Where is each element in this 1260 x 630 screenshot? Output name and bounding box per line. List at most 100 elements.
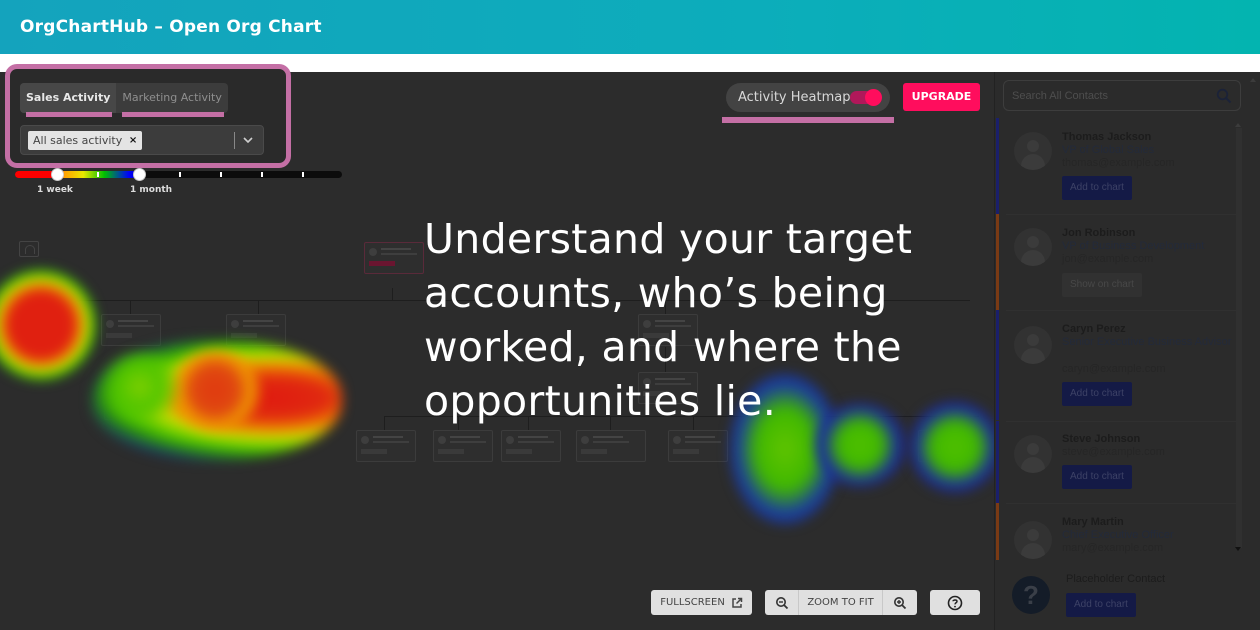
contact-name: Steve Johnson [1062, 433, 1141, 445]
fullscreen-button[interactable]: FULLSCREEN [651, 590, 752, 615]
zoom-to-fit-label: ZOOM TO FIT [807, 597, 874, 608]
avatar [1014, 326, 1052, 364]
highlight-underline [122, 112, 224, 117]
connector-line [392, 288, 393, 300]
search-input[interactable] [1012, 87, 1202, 105]
zoom-out-icon [775, 596, 788, 609]
org-node[interactable] [433, 430, 493, 462]
contact-name: Caryn Perez [1062, 323, 1126, 335]
org-node[interactable] [101, 314, 161, 346]
tab-sales-activity[interactable]: Sales Activity [20, 83, 117, 117]
add-placeholder-button[interactable]: Add to chart [1066, 593, 1136, 617]
contact-email: thomas@example.com [1062, 157, 1175, 169]
upgrade-button[interactable]: UPGRADE [903, 83, 980, 111]
contact-role: VP of Business Development [1062, 240, 1205, 252]
question-mark-icon: ? [1012, 576, 1050, 614]
activity-filter-panel: Sales Activity Marketing Activity All sa… [5, 64, 291, 168]
filter-chip-label: All sales activity [33, 134, 123, 147]
slider-tick [261, 172, 263, 177]
zoom-out-button[interactable] [765, 590, 799, 615]
promo-headline: Understand your target accounts, who’s b… [424, 215, 913, 425]
org-node[interactable] [668, 430, 728, 462]
switch-thumb [865, 89, 882, 106]
activity-type-select[interactable]: All sales activity × [20, 125, 264, 155]
contact-card: Thomas Jackson VP of Global Sales thomas… [996, 118, 1244, 214]
contact-accent-bar [996, 421, 999, 503]
contact-accent-bar [996, 118, 999, 214]
filter-chip: All sales activity × [28, 131, 143, 150]
time-range-slider[interactable] [15, 168, 342, 181]
avatar [1014, 521, 1052, 559]
help-button[interactable] [930, 590, 980, 615]
scroll-up-arrow[interactable] [1250, 78, 1256, 82]
search-icon[interactable] [1216, 88, 1232, 104]
screenshot-icon[interactable] [19, 241, 39, 257]
activity-tabs: Sales Activity Marketing Activity [20, 83, 228, 117]
zoom-controls: ZOOM TO FIT [765, 590, 917, 615]
avatar [1014, 228, 1052, 266]
heatmap-hotspot [100, 352, 180, 422]
slider-tick [302, 172, 304, 177]
add-to-chart-button[interactable]: Add to chart [1062, 176, 1132, 200]
slider-label-end: 1 month [130, 185, 173, 195]
zoom-in-icon [894, 596, 907, 609]
chevron-down-icon[interactable] [241, 133, 255, 147]
heatmap-hotspot [0, 270, 96, 380]
contact-email: caryn@example.com [1062, 363, 1166, 375]
slider-end-handle[interactable] [133, 168, 146, 181]
heatmap-hotspot [170, 350, 260, 430]
avatar [1014, 435, 1052, 473]
slider-heat-gradient [15, 171, 139, 178]
zoom-to-fit-button[interactable]: ZOOM TO FIT [799, 590, 883, 615]
app-title: OrgChartHub – Open Org Chart [20, 17, 322, 37]
contact-accent-bar [996, 310, 999, 420]
heatmap-toggle-label: Activity Heatmap [738, 90, 851, 105]
external-link-icon [732, 597, 743, 608]
contact-accent-bar [996, 214, 999, 310]
highlight-underline [722, 117, 894, 123]
contact-search [1003, 80, 1241, 111]
zoom-in-button[interactable] [883, 590, 917, 615]
connector-line [384, 416, 385, 430]
app-header: OrgChartHub – Open Org Chart [0, 0, 1260, 54]
contact-accent-bar [996, 503, 999, 560]
contact-role: Senior Executive Business Advisor [1062, 336, 1232, 348]
contact-card: Caryn Perez Senior Executive Business Ad… [996, 310, 1244, 420]
contact-card: Jon Robinson VP of Business Development … [996, 214, 1244, 310]
tab-label: Marketing Activity [122, 91, 222, 104]
contact-name: Jon Robinson [1062, 227, 1136, 239]
org-node[interactable] [576, 430, 646, 462]
placeholder-contact-name: Placeholder Contact [1066, 573, 1166, 585]
slider-start-handle[interactable] [51, 168, 64, 181]
contact-email: steve@example.com [1062, 446, 1165, 458]
org-node[interactable] [501, 430, 561, 462]
avatar [1014, 132, 1052, 170]
select-divider [234, 132, 235, 149]
show-on-chart-button[interactable]: Show on chart [1062, 273, 1142, 297]
highlight-underline [26, 112, 113, 117]
fullscreen-label: FULLSCREEN [660, 597, 725, 608]
chip-remove-icon[interactable]: × [129, 131, 137, 150]
heatmap-switch[interactable] [850, 89, 882, 106]
contact-name: Thomas Jackson [1062, 131, 1152, 143]
add-to-chart-button[interactable]: Add to chart [1062, 465, 1132, 489]
contact-role: VP of Global Sales [1062, 144, 1155, 156]
contact-email: mary@example.com [1062, 542, 1164, 554]
slider-tick [179, 172, 181, 177]
tab-marketing-activity[interactable]: Marketing Activity [116, 83, 227, 117]
tab-label: Sales Activity [26, 91, 111, 104]
contact-card: Mary Martin Chief Executive Officer mary… [996, 503, 1244, 560]
slider-label-start: 1 week [37, 185, 73, 195]
slider-tick [220, 172, 222, 177]
help-icon [947, 595, 963, 610]
org-node[interactable] [356, 430, 416, 462]
contact-email: jon@example.com [1062, 253, 1154, 265]
add-to-chart-button[interactable]: Add to chart [1062, 382, 1132, 406]
connector-line [130, 300, 131, 314]
connector-line [258, 300, 259, 314]
slider-tick [97, 172, 99, 177]
contact-role: Chief Executive Officer [1062, 529, 1174, 541]
contact-card: Steve Johnson steve@example.com Add to c… [996, 421, 1244, 503]
org-node[interactable] [364, 242, 424, 274]
activity-heatmap-toggle[interactable]: Activity Heatmap [726, 83, 890, 112]
